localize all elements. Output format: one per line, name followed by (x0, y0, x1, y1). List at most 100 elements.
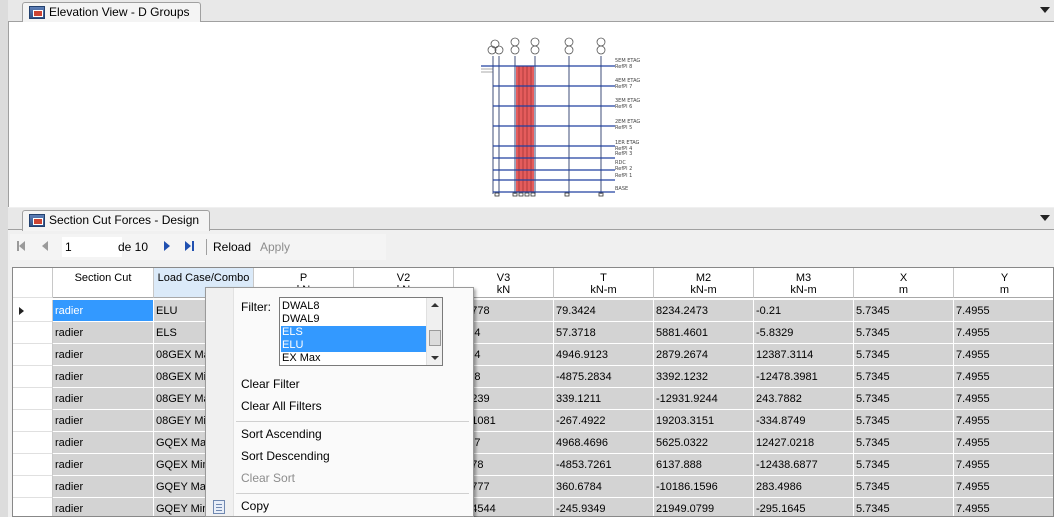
table-cell[interactable]: -245.9349 (554, 498, 654, 516)
table-cell[interactable]: 7.4955 (954, 454, 1053, 476)
scroll-thumb[interactable] (429, 330, 441, 346)
table-cell[interactable]: 7.4955 (954, 410, 1053, 432)
row-header[interactable] (13, 366, 53, 388)
table-cell[interactable]: 5881.4601 (654, 322, 754, 344)
section-cut-grid[interactable]: Section Cut Load Case/Combo P kN V2 kN V… (12, 267, 1054, 517)
table-cell[interactable]: 7.4955 (954, 322, 1053, 344)
table-cell[interactable]: radier (53, 366, 154, 388)
table-cell[interactable]: 8234.2473 (654, 300, 754, 322)
table-cell[interactable]: 7.4955 (954, 366, 1053, 388)
filter-option-selected[interactable]: ELS (281, 326, 426, 339)
row-header[interactable] (13, 388, 53, 410)
table-cell[interactable]: -5.8329 (754, 322, 854, 344)
table-cell[interactable]: -12931.9244 (654, 388, 754, 410)
table-cell[interactable]: -4853.7261 (554, 454, 654, 476)
table-cell[interactable]: 57.3718 (554, 322, 654, 344)
table-row[interactable]: radierGQEX Min4.378-4853.72616137.888-12… (13, 454, 1053, 476)
table-cell[interactable]: -12478.3981 (754, 366, 854, 388)
table-cell[interactable]: 7.4955 (954, 476, 1053, 498)
table-cell[interactable]: 339.1211 (554, 388, 654, 410)
column-header-section-cut[interactable]: Section Cut (53, 268, 154, 298)
table-cell[interactable]: -10186.1596 (654, 476, 754, 498)
row-header[interactable] (13, 322, 53, 344)
apply-button[interactable]: Apply (260, 240, 290, 254)
column-header-x[interactable]: X m (854, 268, 954, 298)
scroll-down-icon[interactable] (431, 356, 439, 360)
table-cell[interactable]: 4968.4696 (554, 432, 654, 454)
table-cell[interactable]: 6137.888 (654, 454, 754, 476)
reload-button[interactable]: Reload (213, 240, 251, 254)
table-cell[interactable]: radier (53, 454, 154, 476)
table-cell[interactable]: 360.6784 (554, 476, 654, 498)
table-cell[interactable]: 5.7345 (854, 366, 954, 388)
row-header[interactable] (13, 410, 53, 432)
pane-dropdown-icon[interactable] (1040, 7, 1050, 13)
table-cell[interactable]: 5.7345 (854, 432, 954, 454)
table-cell[interactable]: 7.4955 (954, 498, 1053, 516)
sort-descending-item[interactable]: Sort Descending (241, 449, 330, 463)
table-row[interactable]: radier08GEX Max15244946.91232879.2674123… (13, 344, 1053, 366)
table-row[interactable]: radierELU0.577879.34248234.2473-0.215.73… (13, 300, 1053, 322)
table-row[interactable]: radier08GEX Min0318-4875.28343392.1232-1… (13, 366, 1053, 388)
table-cell[interactable]: 3392.1232 (654, 366, 754, 388)
first-page-icon[interactable] (16, 240, 28, 252)
row-header[interactable] (13, 432, 53, 454)
elevation-canvas[interactable]: 5EM ETAG RefPl 8 4EM ETAG RefPl 7 3EM ET… (8, 22, 1054, 207)
copy-item[interactable]: Copy (241, 499, 269, 513)
section-cut-tab[interactable]: Section Cut Forces - Design (22, 210, 211, 231)
table-cell[interactable]: 12387.3114 (754, 344, 854, 366)
filter-option-selected[interactable]: ELU (281, 339, 426, 352)
table-row[interactable]: radier 08GEY Min 32.1081 -267.4922 19203.315… (13, 410, 1053, 432)
table-cell[interactable]: radier (53, 300, 154, 322)
filter-listbox[interactable]: DWAL8 DWAL9 ELS ELU EX Max (279, 297, 443, 366)
table-row[interactable]: radierELS438457.37185881.4601-5.83295.73… (13, 322, 1053, 344)
table-cell[interactable]: 4946.9123 (554, 344, 654, 366)
table-cell[interactable]: 2879.2674 (654, 344, 754, 366)
table-cell[interactable]: radier (53, 388, 154, 410)
table-cell[interactable]: radier (53, 344, 154, 366)
elevation-tab[interactable]: Elevation View - D Groups (22, 2, 201, 23)
table-cell[interactable]: 5.7345 (854, 476, 954, 498)
table-cell[interactable]: 5.7345 (854, 388, 954, 410)
table-cell[interactable]: radier (53, 432, 154, 454)
table-row[interactable]: radierGQEX Max49874968.46965625.03221242… (13, 432, 1053, 454)
scroll-up-icon[interactable] (431, 303, 439, 307)
row-header[interactable] (13, 476, 53, 498)
filter-option[interactable]: DWAL9 (281, 313, 426, 326)
table-row[interactable]: radier08GEY Max3.9239339.1211-12931.9244… (13, 388, 1053, 410)
table-row[interactable]: radierGQEY Max8.5777360.6784-10186.15962… (13, 476, 1053, 498)
column-header-m2[interactable]: M2 kN-m (654, 268, 754, 298)
pane-dropdown-icon[interactable] (1040, 215, 1050, 221)
table-cell[interactable]: radier (53, 322, 154, 344)
table-cell[interactable]: 7.4955 (954, 300, 1053, 322)
table-cell[interactable]: 5.7345 (854, 454, 954, 476)
column-header-t[interactable]: T kN-m (554, 268, 654, 298)
table-cell[interactable]: -267.4922 (554, 410, 654, 432)
row-header[interactable] (13, 498, 53, 516)
table-cell[interactable]: 19203.3151 (654, 410, 754, 432)
table-cell[interactable]: radier (53, 410, 154, 432)
table-cell[interactable]: 5.7345 (854, 498, 954, 516)
clear-filter-item[interactable]: Clear Filter (241, 377, 300, 391)
column-header-m3[interactable]: M3 kN-m (754, 268, 854, 298)
page-number-input[interactable] (62, 237, 122, 257)
table-cell[interactable]: 283.4986 (754, 476, 854, 498)
filter-option[interactable]: DWAL8 (281, 300, 426, 313)
table-cell[interactable]: 21949.0799 (654, 498, 754, 516)
clear-all-filters-item[interactable]: Clear All Filters (241, 399, 322, 413)
table-cell[interactable]: 12427.0218 (754, 432, 854, 454)
table-cell[interactable]: 243.7882 (754, 388, 854, 410)
table-cell[interactable]: 5625.0322 (654, 432, 754, 454)
table-cell[interactable]: -12438.6877 (754, 454, 854, 476)
table-cell[interactable]: 5.7345 (854, 344, 954, 366)
row-header[interactable] (13, 344, 53, 366)
last-page-icon[interactable] (184, 240, 196, 252)
filter-option[interactable]: EX Max (281, 352, 426, 365)
table-cell[interactable]: radier (53, 476, 154, 498)
table-cell[interactable]: 7.4955 (954, 432, 1053, 454)
column-header-y[interactable]: Y m (954, 268, 1053, 298)
table-cell[interactable]: 79.3424 (554, 300, 654, 322)
next-page-icon[interactable] (162, 240, 174, 252)
table-cell[interactable]: -295.1645 (754, 498, 854, 516)
table-row[interactable]: radier GQEY Min 57.4544 -245.9349 21949.0799… (13, 498, 1053, 516)
